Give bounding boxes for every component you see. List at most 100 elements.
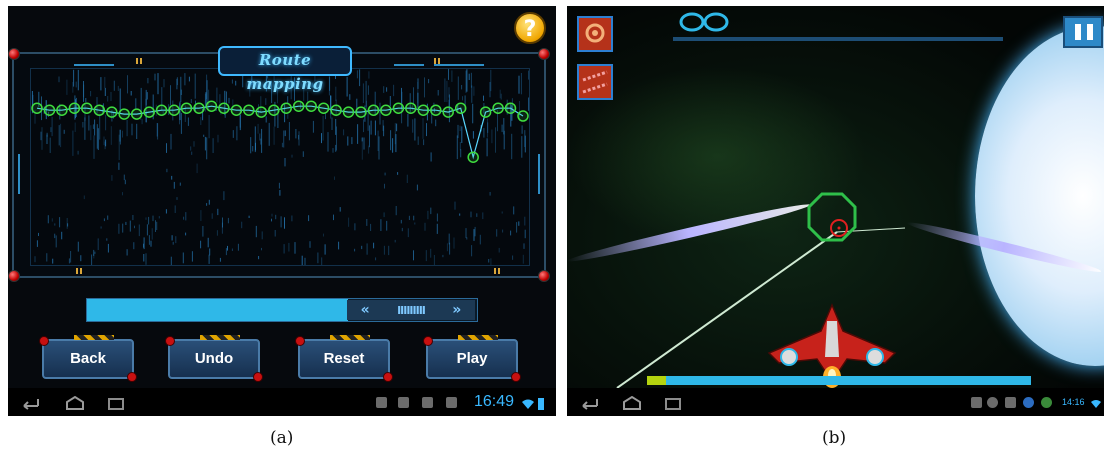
pause-button[interactable] bbox=[1063, 16, 1103, 48]
route-waypoint[interactable] bbox=[342, 106, 355, 118]
route-waypoint[interactable] bbox=[68, 102, 81, 114]
spectrogram-noise bbox=[70, 251, 72, 263]
route-waypoint[interactable] bbox=[56, 104, 68, 116]
spectrogram-noise bbox=[147, 78, 149, 84]
route-waypoint[interactable] bbox=[479, 106, 492, 118]
recent-apps-icon[interactable] bbox=[665, 398, 681, 410]
route-waypoint[interactable] bbox=[218, 102, 230, 114]
spectrogram-noise bbox=[281, 142, 283, 148]
route-waypoint[interactable] bbox=[118, 108, 130, 120]
back-button[interactable]: Back bbox=[39, 335, 137, 382]
route-waypoint[interactable] bbox=[280, 102, 292, 114]
spectrogram-noise bbox=[227, 217, 229, 224]
spectrogram-noise bbox=[346, 76, 348, 97]
reset-button[interactable]: Reset bbox=[295, 335, 393, 382]
route-waypoint[interactable] bbox=[517, 110, 529, 122]
spectrogram-noise bbox=[145, 253, 147, 265]
bolt-icon bbox=[383, 372, 393, 382]
route-waypoint[interactable] bbox=[454, 102, 467, 114]
recent-apps-icon[interactable] bbox=[108, 398, 124, 410]
route-waypoint[interactable] bbox=[268, 104, 280, 116]
route-waypoint[interactable] bbox=[130, 108, 143, 120]
battery-icon bbox=[538, 398, 544, 410]
route-waypoint[interactable] bbox=[106, 106, 118, 118]
spectrogram-noise bbox=[521, 136, 523, 158]
route-waypoint[interactable] bbox=[467, 151, 479, 163]
route-waypoint[interactable] bbox=[243, 104, 255, 116]
route-waypoint[interactable] bbox=[417, 104, 430, 116]
route-waypoint[interactable] bbox=[392, 102, 405, 114]
spectrogram-noise bbox=[388, 245, 390, 256]
route-waypoint[interactable] bbox=[230, 104, 243, 116]
missile-powerup-icon[interactable] bbox=[577, 64, 613, 100]
route-map-area[interactable] bbox=[30, 68, 530, 269]
spectrogram-noise bbox=[522, 254, 524, 264]
spectrogram-noise bbox=[321, 257, 323, 269]
route-waypoint[interactable] bbox=[317, 102, 330, 114]
route-waypoint[interactable] bbox=[355, 106, 367, 118]
route-waypoint[interactable] bbox=[330, 104, 342, 116]
spectrogram-noise bbox=[459, 142, 461, 151]
spectrogram-noise bbox=[334, 176, 335, 180]
route-waypoint[interactable] bbox=[492, 102, 504, 114]
route-waypoint[interactable] bbox=[430, 104, 442, 116]
spectrogram-noise bbox=[126, 249, 128, 256]
spectrogram-noise bbox=[133, 242, 135, 250]
spectrogram-noise bbox=[180, 76, 182, 102]
back-nav-icon[interactable] bbox=[577, 396, 599, 410]
route-waypoint[interactable] bbox=[205, 100, 218, 112]
undo-button[interactable]: Undo bbox=[165, 335, 263, 382]
route-map-canvas[interactable] bbox=[31, 69, 530, 269]
route-waypoint[interactable] bbox=[93, 104, 106, 116]
spectrogram-noise bbox=[206, 137, 208, 160]
route-waypoint[interactable] bbox=[143, 106, 155, 118]
spectrogram-noise bbox=[146, 92, 148, 100]
route-waypoint[interactable] bbox=[380, 104, 392, 116]
route-waypoint[interactable] bbox=[43, 104, 56, 116]
spectrogram-noise bbox=[283, 130, 285, 148]
route-waypoint[interactable] bbox=[504, 102, 517, 114]
spectrogram-noise bbox=[379, 102, 381, 125]
route-waypoint[interactable] bbox=[155, 104, 168, 116]
route-waypoint[interactable] bbox=[442, 106, 454, 118]
spectrogram-noise bbox=[323, 233, 324, 237]
frame-bolt-icon bbox=[538, 270, 550, 282]
route-waypoint[interactable] bbox=[305, 100, 317, 112]
spectrogram-noise bbox=[171, 175, 173, 180]
home-nav-icon[interactable] bbox=[621, 396, 643, 410]
spectrogram-noise bbox=[107, 243, 109, 253]
spectrogram-noise bbox=[36, 240, 38, 247]
help-button[interactable]: ? bbox=[514, 12, 546, 44]
route-waypoint[interactable] bbox=[292, 100, 305, 112]
spectrogram-noise bbox=[356, 70, 358, 79]
route-waypoint[interactable] bbox=[168, 104, 180, 116]
spectrogram-noise bbox=[206, 80, 208, 105]
route-waypoint[interactable] bbox=[255, 106, 268, 118]
spectrogram-noise bbox=[479, 234, 481, 245]
timeline-slider-handle[interactable]: « IIIIIIIII » bbox=[347, 300, 475, 320]
spectrogram-noise bbox=[99, 114, 101, 140]
pause-bar bbox=[1087, 24, 1093, 40]
shield-powerup-icon[interactable] bbox=[577, 16, 613, 52]
route-waypoint[interactable] bbox=[405, 102, 417, 114]
play-button[interactable]: Play bbox=[423, 335, 521, 382]
timeline-slider[interactable]: « IIIIIIIII » bbox=[86, 298, 478, 322]
spectrogram-noise bbox=[38, 232, 39, 236]
route-waypoint[interactable] bbox=[367, 104, 380, 116]
route-waypoint[interactable] bbox=[180, 102, 193, 114]
spectrogram-noise bbox=[448, 69, 449, 80]
hazard-stripe bbox=[458, 335, 498, 340]
back-nav-icon[interactable] bbox=[18, 396, 40, 410]
spectrogram-noise bbox=[449, 242, 451, 255]
route-waypoint[interactable] bbox=[31, 102, 43, 114]
home-nav-icon[interactable] bbox=[64, 396, 86, 410]
route-waypoint[interactable] bbox=[81, 102, 93, 114]
spectrogram-noise bbox=[119, 129, 121, 145]
route-waypoint[interactable] bbox=[193, 102, 205, 114]
spectrogram-noise bbox=[500, 93, 502, 100]
spectrogram-noise bbox=[221, 222, 223, 234]
spectrogram-noise bbox=[496, 229, 498, 237]
lives-rings-icon bbox=[679, 12, 729, 32]
spectrogram-noise bbox=[134, 225, 135, 229]
spectrogram-noise bbox=[261, 247, 262, 251]
